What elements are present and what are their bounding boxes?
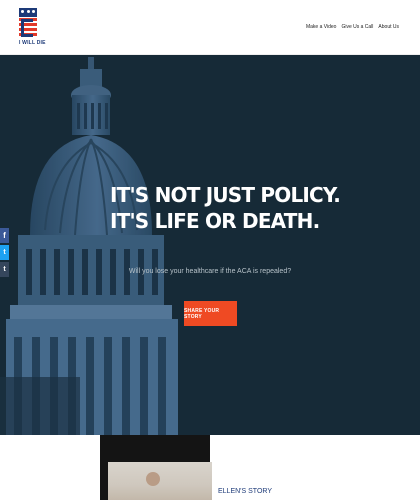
hero-subheadline: Will you lose your healthcare if the ACA… (128, 268, 292, 275)
story-title[interactable]: ELLEN'S STORY (218, 488, 272, 495)
star-icon (26, 10, 30, 13)
nav-about-us[interactable]: About Us (378, 24, 399, 30)
story-photo-image (108, 462, 212, 500)
nav-give-us-a-call[interactable]: Give Us a Call (341, 24, 373, 30)
tumblr-icon: t (3, 266, 6, 273)
hero-headline: IT'S NOT JUST POLICY. IT'S LIFE OR DEATH… (110, 182, 341, 234)
hero-headline-line-1: IT'S NOT JUST POLICY. (110, 183, 341, 207)
story-video-thumbnail[interactable] (100, 435, 212, 500)
logo-letter-mark (21, 19, 33, 37)
story-section (0, 435, 420, 500)
logo-stripes (19, 18, 37, 38)
twitter-icon: t (3, 249, 6, 256)
star-icon (32, 10, 35, 13)
share-your-story-button[interactable]: SHARE YOUR STORY (184, 301, 237, 326)
facebook-icon: f (3, 231, 6, 240)
logo-text: I WILL DIE (19, 40, 46, 46)
nav-make-a-video[interactable]: Make a Video (306, 24, 336, 30)
site-header: I WILL DIE Make a Video Give Us a Call A… (0, 0, 420, 55)
site-logo[interactable]: I WILL DIE (19, 8, 46, 48)
logo-stars (19, 8, 37, 17)
hero-section: IT'S NOT JUST POLICY. IT'S LIFE OR DEATH… (0, 55, 420, 435)
twitter-share-button[interactable]: t (0, 245, 9, 260)
star-icon (21, 10, 24, 13)
tumblr-share-button[interactable]: t (0, 262, 9, 277)
capitol-dome-image (0, 57, 178, 435)
social-share-bar: f t t (0, 228, 9, 277)
facebook-share-button[interactable]: f (0, 228, 9, 243)
hero-headline-line-2: IT'S LIFE OR DEATH. (110, 209, 320, 233)
main-nav: Make a Video Give Us a Call About Us (306, 24, 399, 30)
